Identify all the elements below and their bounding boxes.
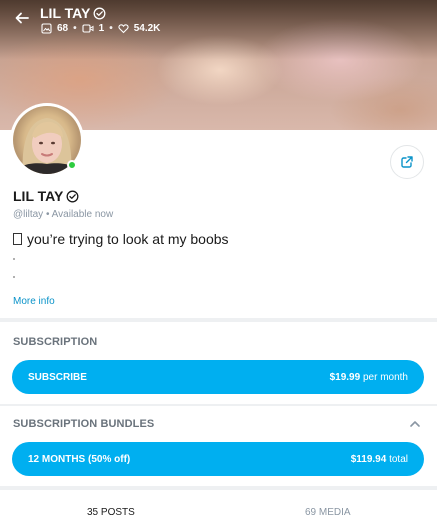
share-button[interactable] [390, 145, 424, 179]
likes-count: 54.2K [133, 23, 161, 34]
back-arrow-icon[interactable] [12, 10, 32, 30]
subscribe-price: $19.99 per month [330, 372, 408, 383]
back-arrow-icon-svg [15, 12, 29, 24]
header-name: LIL TAY [40, 5, 91, 21]
separator-dot: • [109, 23, 113, 34]
subscribe-price-amount: $19.99 [329, 371, 361, 383]
more-info-link[interactable]: More info [13, 296, 55, 307]
bio-text: you’re trying to look at my boobs [27, 231, 229, 247]
header-stats: 68 • 1 • 54.2K [41, 23, 160, 34]
bundle-price: $119.94 total [351, 454, 408, 465]
photo-icon [41, 23, 52, 34]
subscribe-label: SUBSCRIBE [28, 371, 87, 383]
bio-dot [13, 276, 15, 278]
profile-name: LIL TAY [13, 188, 79, 204]
verified-badge-icon [93, 7, 106, 19]
bundle-price-suffix: total [389, 453, 408, 465]
profile-bio: you’re trying to look at my boobs [13, 231, 229, 247]
tab-posts[interactable]: 35 POSTS [87, 507, 135, 518]
header-title: LIL TAY [40, 5, 106, 21]
chevron-up-icon[interactable] [408, 417, 422, 431]
heart-icon [118, 23, 129, 34]
video-icon [82, 23, 94, 34]
verified-badge-icon [66, 190, 79, 202]
bundle-price-amount: $119.94 [350, 453, 387, 465]
profile-name-text: LIL TAY [13, 188, 64, 204]
missing-emoji-icon [13, 233, 22, 245]
videos-count: 1 [98, 23, 105, 34]
subscribe-price-suffix: per month [362, 371, 408, 383]
tab-media[interactable]: 69 MEDIA [305, 507, 351, 518]
bundle-12-months-button[interactable]: 12 MONTHS (50% off) $119.94 total [12, 442, 424, 476]
subscribe-button[interactable]: SUBSCRIBE $19.99 per month [12, 360, 424, 394]
share-icon [401, 156, 413, 168]
content-tabs [0, 490, 437, 526]
profile-handle-line: @liltay • Available now [13, 209, 113, 220]
photos-count: 68 [57, 23, 69, 34]
bundles-title: SUBSCRIPTION BUNDLES [13, 418, 155, 430]
separator-dot: • [73, 23, 77, 34]
subscription-title: SUBSCRIPTION [13, 336, 98, 348]
online-status-indicator [67, 160, 77, 170]
availability-status: Available now [51, 209, 114, 220]
bio-dot [13, 258, 15, 260]
bundle-label: 12 MONTHS (50% off) [28, 453, 131, 465]
profile-handle: @liltay [13, 209, 44, 220]
